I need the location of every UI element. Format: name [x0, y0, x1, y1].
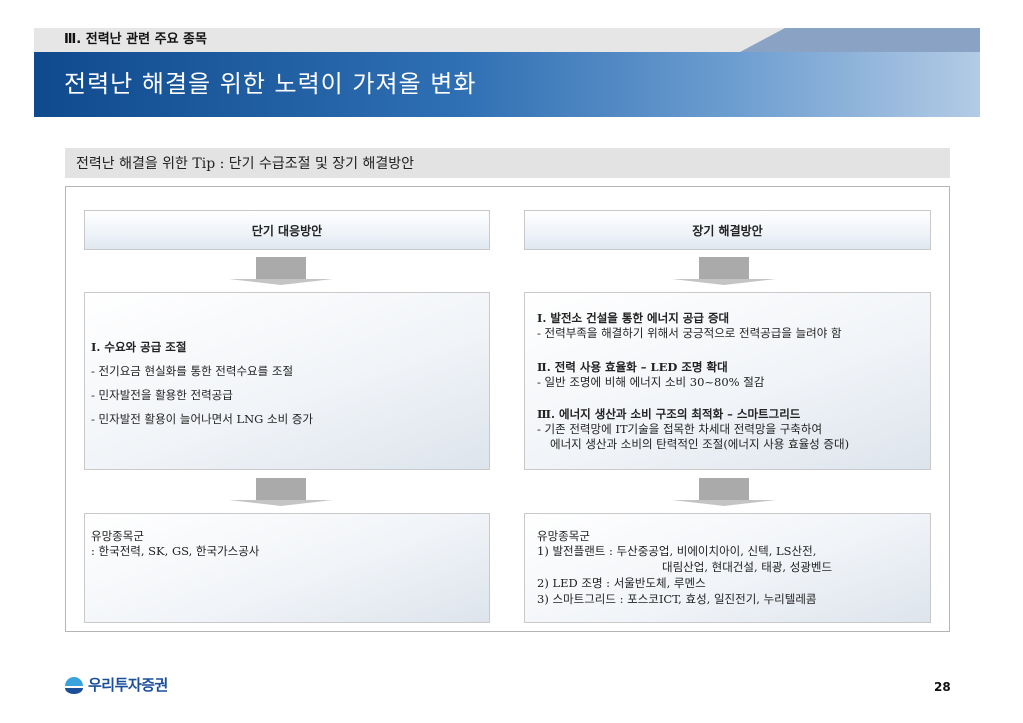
down-arrow-icon: [229, 257, 333, 285]
long-term-heading: 장기 해결방안: [524, 210, 931, 250]
stocks-heading: 유망종목군: [537, 529, 590, 543]
measure-item: - 민자발전 활용이 늘어나면서 LNG 소비 증가: [91, 412, 313, 426]
stocks-list: 3) 스마트그리드 : 포스코ICT, 효성, 일진전기, 누리텔레콤: [537, 592, 817, 606]
tip-text: 전력난 해결을 위한 Tip : 단기 수급조절 및 장기 해결방안: [76, 156, 415, 172]
measure-item: - 전력부족을 해결하기 위해서 궁긍적으로 전력공급을 늘려야 함: [537, 326, 842, 340]
short-term-measures-box: [84, 292, 490, 470]
measure-heading: I. 수요와 공급 조절: [91, 340, 187, 354]
measure-item: - 민자발전을 활용한 전력공급: [91, 388, 233, 402]
down-arrow-icon: [672, 257, 776, 285]
stocks-list: 대림산업, 현대건설, 태광, 성광벤드: [662, 560, 833, 574]
stocks-list: 2) LED 조명 : 서울반도체, 루멘스: [537, 576, 706, 590]
measure-item: - 일반 조명에 비해 에너지 소비 30~80% 절감: [537, 375, 765, 389]
measure-item: 에너지 생산과 소비의 탄력적인 조절(에너지 사용 효율성 증대): [550, 437, 850, 451]
section-label: Ⅲ. 전력난 관련 주요 종목: [64, 32, 207, 47]
measure-heading: Ⅰ. 발전소 건설을 통한 에너지 공급 증대: [537, 311, 730, 325]
page-number: 28: [934, 680, 951, 694]
logo-icon: [65, 676, 83, 694]
down-arrow-icon: [229, 478, 333, 506]
logo-text: 우리투자증권: [88, 676, 168, 694]
short-term-stocks-box: [84, 513, 490, 623]
measure-item: - 기존 전력망에 IT기술을 접목한 차세대 전력망을 구축하여: [537, 422, 823, 436]
short-term-heading: 단기 대응방안: [84, 210, 490, 250]
stocks-list: : 한국전력, SK, GS, 한국가스공사: [91, 544, 260, 558]
stocks-list: 1) 발전플랜트 : 두산중공업, 비에이치아이, 신텍, LS산전,: [537, 544, 817, 558]
measure-heading: Ⅲ. 에너지 생산과 소비 구조의 최적화 – 스마트그리드: [537, 407, 801, 421]
company-logo: 우리투자증권: [64, 674, 168, 695]
measure-heading: Ⅱ. 전력 사용 효율화 – LED 조명 확대: [537, 360, 728, 374]
header-accent-shape: [740, 28, 980, 52]
stocks-heading: 유망종목군: [91, 529, 144, 543]
down-arrow-icon: [672, 478, 776, 506]
measure-item: - 전기요금 현실화를 통한 전력수요를 조절: [91, 364, 294, 378]
page-title: 전력난 해결을 위한 노력이 가져올 변화: [64, 70, 477, 98]
